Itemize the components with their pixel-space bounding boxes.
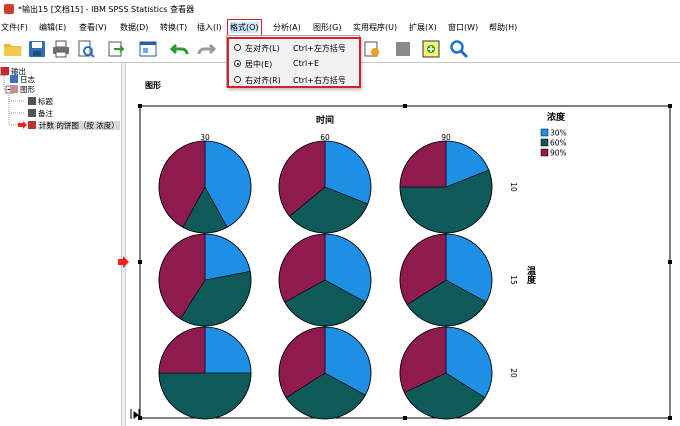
outline-item-1[interactable]: 日志 [10, 74, 35, 84]
selection-handle[interactable] [668, 416, 672, 420]
outline-item-label: 备注 [38, 109, 53, 118]
radio-unchecked-icon [234, 44, 241, 51]
format-menu-label: 居中(E) [245, 60, 273, 69]
format-menu-item-1[interactable]: 居中(E) Ctrl+E [229, 56, 359, 72]
pie-slice-90pct [399, 140, 447, 188]
selection-handle[interactable] [138, 104, 142, 108]
menu-item-5[interactable]: 插入(I) [197, 22, 222, 33]
outline-item-5[interactable]: 计数 的饼图（按 浓度） [28, 120, 120, 130]
log-icon [10, 75, 18, 83]
menu-item-3[interactable]: 数据(D) [120, 22, 148, 33]
row-label: 15 [509, 275, 518, 285]
graph-folder-icon [10, 85, 18, 93]
outline-item-label: 计数 的饼图（按 浓度） [38, 121, 120, 130]
format-menu-item-0[interactable]: 左对齐(L) Ctrl+左方括号 [229, 40, 359, 56]
selected-item-arrow-icon [18, 121, 27, 129]
menu-item-1[interactable]: 编辑(E) [39, 22, 66, 33]
pie-chart-icon [28, 121, 36, 129]
print-icon[interactable] [51, 39, 71, 59]
notes-icon [28, 109, 36, 117]
chart-title: 时间 [316, 114, 334, 126]
gray-block-icon[interactable] [393, 39, 413, 59]
selection-handle[interactable] [668, 104, 672, 108]
outline-pane: 输出 日志 图形 标题 备注 计数 的饼图（按 浓度） [0, 63, 122, 426]
menu-item-8[interactable]: 图形(G) [313, 22, 341, 33]
legend-label: 90% [550, 149, 567, 158]
row-label: 20 [509, 368, 518, 378]
title-icon [28, 97, 36, 105]
output-content: 图形 时间 30 60 90 10 15 20 温度 浓度 30% 60% 90% [118, 63, 680, 426]
search-icon[interactable] [449, 39, 469, 59]
menu-item-2[interactable]: 查看(V) [79, 22, 107, 33]
legend-swatch [540, 148, 549, 157]
selection-handle[interactable] [403, 416, 407, 420]
menu-item-6[interactable]: 格式(O) [227, 19, 262, 36]
recall-dialog-icon[interactable] [138, 39, 158, 59]
menu-item-12[interactable]: 帮助(H) [489, 22, 517, 33]
outline-item-3[interactable]: 标题 [28, 96, 53, 106]
redo-icon[interactable] [196, 39, 216, 59]
print-preview-icon[interactable] [76, 39, 96, 59]
end-marker-icon [130, 409, 140, 419]
pie-chart-panel[interactable]: 时间30 60 90101520温度浓度30%60%90% [126, 63, 680, 426]
menu-item-9[interactable]: 实用程序(U) [353, 22, 397, 33]
outline-item-2[interactable]: 图形 [10, 84, 35, 94]
open-folder-icon[interactable] [3, 39, 23, 59]
format-menu-shortcut: Ctrl+E [293, 59, 319, 68]
legend-swatch [540, 128, 549, 137]
format-menu-shortcut: Ctrl+右方括号 [293, 76, 346, 85]
selection-handle[interactable] [138, 260, 142, 264]
selection-handle[interactable] [403, 104, 407, 108]
spss-app-icon [4, 4, 14, 14]
outline-item-label: 图形 [20, 85, 35, 94]
pie-slice-90pct [158, 326, 206, 374]
menu-item-10[interactable]: 扩展(X) [409, 22, 437, 33]
legend-label: 60% [550, 139, 567, 148]
outline-item-4[interactable]: 备注 [28, 108, 53, 118]
legend-title: 浓度 [547, 111, 566, 123]
row-label: 10 [509, 182, 518, 192]
designate-window-icon[interactable] [362, 39, 382, 59]
red-arrow-marker-icon [118, 256, 129, 268]
format-menu-item-2[interactable]: 右对齐(R) Ctrl+右方括号 [229, 72, 359, 88]
save-icon[interactable] [27, 39, 47, 59]
pie-slice-60pct [158, 372, 252, 420]
menu-item-0[interactable]: 文件(F) [1, 22, 28, 33]
menu-item-4[interactable]: 转换(T) [160, 22, 187, 33]
pie-slice-30pct [204, 326, 252, 374]
format-menu-shortcut: Ctrl+左方括号 [293, 44, 346, 53]
title-bar: *输出15 [文档15] - IBM SPSS Statistics 查看器 [0, 0, 680, 19]
legend-swatch [540, 138, 549, 147]
menu-item-11[interactable]: 窗口(W) [448, 22, 478, 33]
selection-handle[interactable] [668, 260, 672, 264]
output-icon [1, 67, 9, 75]
format-dropdown-menu: 左对齐(L) Ctrl+左方括号居中(E) Ctrl+E 右对齐(R) Ctrl+右方括… [226, 35, 361, 88]
outline-item-label: 日志 [20, 75, 35, 84]
menu-item-7[interactable]: 分析(A) [273, 22, 301, 33]
undo-icon[interactable] [170, 39, 190, 59]
radio-unchecked-icon [234, 76, 241, 83]
format-menu-label: 左对齐(L) [245, 44, 280, 53]
legend-label: 30% [550, 129, 567, 138]
window-title: *输出15 [文档15] - IBM SPSS Statistics 查看器 [18, 5, 195, 14]
radio-checked-icon [234, 60, 241, 67]
export-icon[interactable] [106, 39, 126, 59]
menu-bar: 文件(F) 编辑(E) 查看(V) 数据(D) 转换(T) 插入(I) 格式(O) 分析(A)… [0, 19, 680, 36]
row-title: 温度 [525, 265, 536, 285]
insert-output-icon[interactable] [421, 39, 441, 59]
outline-item-label: 标题 [38, 97, 53, 106]
format-menu-label: 右对齐(R) [245, 76, 281, 85]
